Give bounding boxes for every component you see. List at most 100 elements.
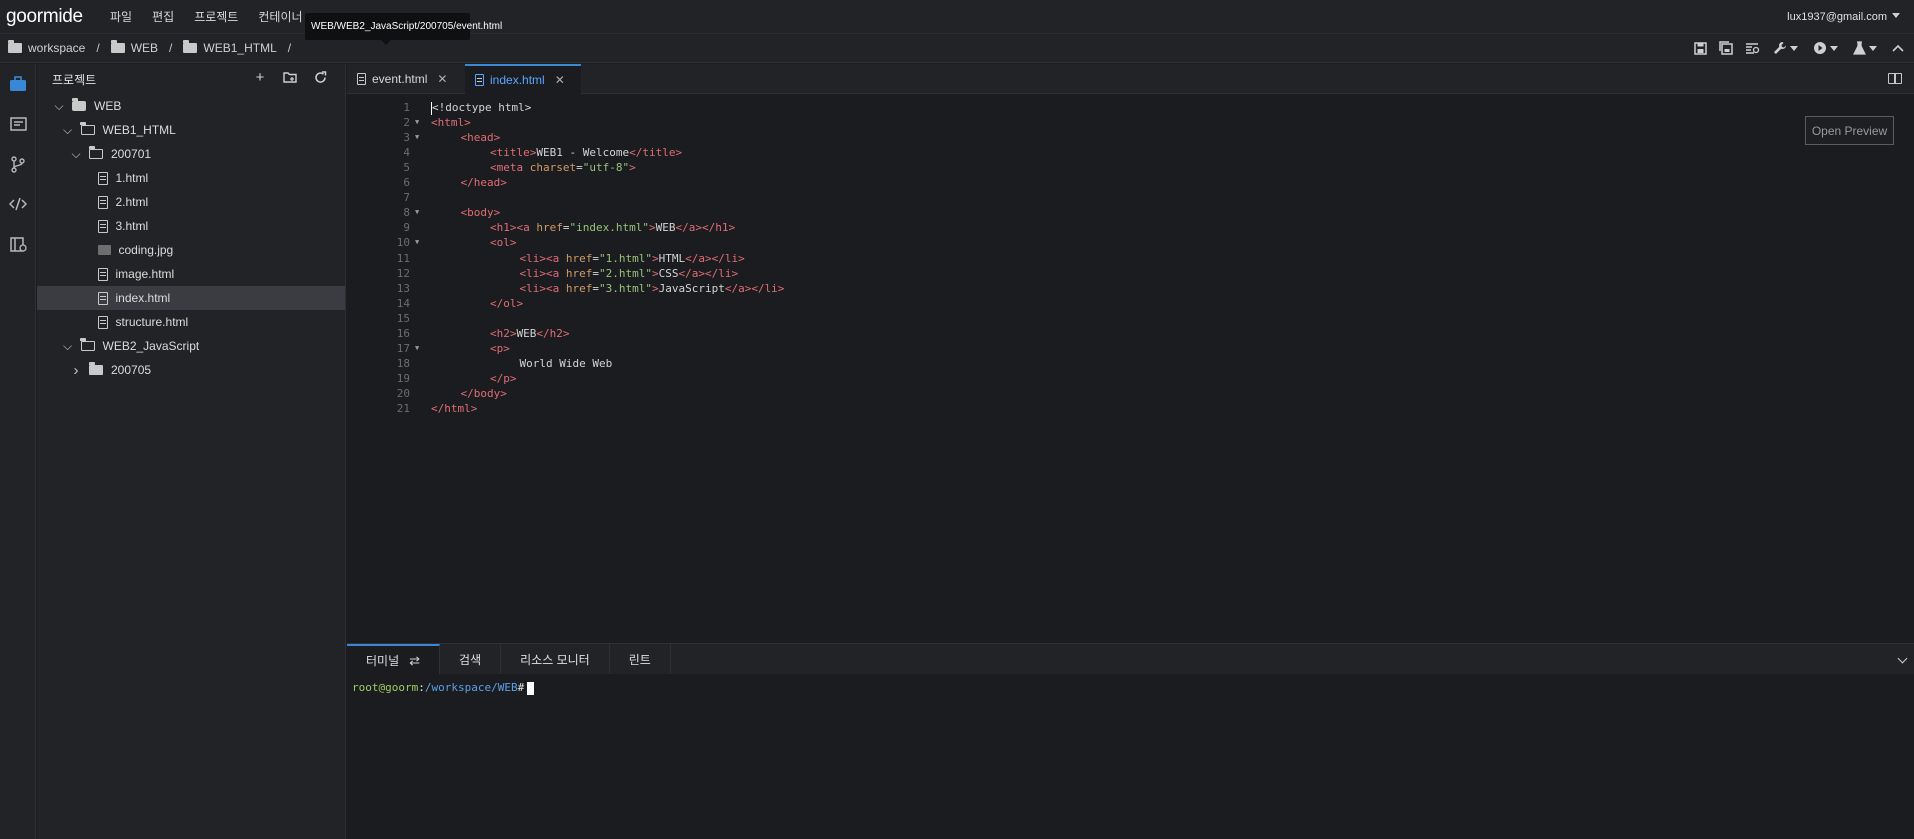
breadcrumb-workspace[interactable]: workspace [8, 40, 86, 55]
fold-arrow-icon[interactable]: ▼ [415, 235, 419, 250]
save-icon[interactable] [1692, 40, 1708, 56]
line-number: 10 [396, 236, 410, 250]
test-flask-icon[interactable] [1850, 40, 1880, 56]
tree-item[interactable]: image.html [37, 262, 345, 286]
activity-bar [0, 64, 36, 839]
code-text: World Wide Web [519, 356, 613, 370]
tab-terminal[interactable]: 터미널 ⇄ [347, 644, 441, 675]
tree-item[interactable]: index.html [37, 286, 345, 310]
tree-item[interactable]: ⌵ WEB1_HTML [37, 118, 345, 142]
line-number: 21 [396, 402, 410, 415]
terminal-prompt: # [517, 681, 525, 694]
swap-icon[interactable]: ⇄ [409, 653, 420, 669]
chevron-down-icon[interactable] [1897, 653, 1908, 664]
tab-event-html[interactable]: event.html ✕ [347, 64, 463, 94]
code-line: 3 ▼ <head> [347, 130, 1747, 145]
chevron-down-icon[interactable]: ⌵ [54, 99, 64, 114]
breadcrumb-label: workspace [28, 41, 86, 55]
user-email[interactable]: lux1937@gmail.com [1787, 11, 1887, 23]
terminal-cursor [527, 681, 535, 695]
fold-arrow-icon[interactable]: ▼ [415, 130, 419, 145]
tab-index-html[interactable]: index.html ✕ [465, 64, 581, 94]
add-icon[interactable]: + [253, 70, 267, 85]
code-line: 4 <title>WEB1 - Welcome</title> [347, 145, 1747, 160]
code-line: 14 </ol> [347, 296, 1747, 311]
code-line: 9 <h1><a href="index.html">WEB</a></h1> [347, 220, 1747, 235]
html-file-icon [97, 291, 108, 305]
tree-item-label: 200705 [111, 363, 152, 377]
breadcrumb-separator: / [96, 41, 100, 55]
open-preview-button[interactable]: Open Preview [1805, 116, 1894, 145]
save-all-icon[interactable] [1718, 40, 1734, 56]
fold-arrow-icon[interactable]: ▼ [415, 205, 419, 220]
tree-item[interactable]: › 200705 [37, 358, 345, 382]
terminal-separator: : [418, 681, 425, 694]
tab-search[interactable]: 검색 [440, 644, 502, 675]
run-icon[interactable] [1810, 40, 1840, 56]
split-view-icon[interactable] [1888, 73, 1902, 84]
git-branch-icon[interactable] [0, 144, 36, 184]
menu-edit[interactable]: 편집 [142, 8, 184, 25]
menu-project[interactable]: 프로젝트 [184, 8, 248, 25]
code-text: <h2>WEB</h2> [490, 326, 570, 340]
line-number: 20 [396, 386, 410, 400]
tree-item-label: 2.html [115, 195, 149, 209]
tree-item[interactable]: 3.html [37, 214, 345, 238]
chevron-down-icon[interactable] [1892, 13, 1900, 18]
breadcrumb-web[interactable]: WEB [110, 40, 159, 55]
goormide-logo[interactable]: goormide [0, 6, 100, 28]
find-replace-icon[interactable] [1744, 40, 1760, 56]
close-icon[interactable]: ✕ [437, 72, 447, 86]
tree-item[interactable]: coding.jpg [37, 238, 345, 262]
fold-arrow-icon[interactable]: ▼ [415, 341, 419, 356]
close-icon[interactable]: ✕ [555, 73, 565, 87]
breadcrumb-label: WEB [130, 41, 159, 55]
code-text: <body> [460, 206, 501, 220]
line-number: 3 [403, 131, 410, 145]
tree-item[interactable]: 2.html [37, 190, 345, 214]
chevron-up-icon[interactable] [1890, 40, 1906, 56]
html-file-icon [475, 74, 484, 86]
tree-item[interactable]: ⌵ WEB2_JavaScript [37, 334, 345, 358]
fold-arrow-icon[interactable]: ▼ [415, 115, 419, 130]
line-number: 1 [403, 101, 410, 114]
code-line: 19 </p> [347, 371, 1747, 386]
code-text: <p> [490, 341, 510, 355]
code-text: </body> [460, 386, 507, 400]
new-folder-icon[interactable] [283, 71, 297, 85]
folder-open-icon [80, 122, 95, 135]
line-number: 5 [403, 161, 410, 175]
outline-icon[interactable] [0, 104, 36, 144]
menu-file[interactable]: 파일 [100, 8, 142, 25]
tab-lint[interactable]: 린트 [610, 644, 671, 675]
code-editor[interactable]: 1 <!doctype html> 2 ▼ <html> 3 ▼ <head> 4 <title>… [347, 95, 1914, 643]
code-icon[interactable] [0, 184, 36, 224]
chevron-down-icon[interactable]: ⌵ [71, 147, 81, 162]
tab-label: index.html [490, 73, 545, 87]
project-explorer-icon[interactable] [0, 64, 36, 104]
code-line: 18 World Wide Web [347, 356, 1747, 371]
editor-tab-bar: event.html ✕ index.html ✕ [347, 64, 1914, 94]
refresh-icon[interactable] [313, 71, 327, 85]
tree-item[interactable]: structure.html [37, 310, 345, 334]
line-number: 11 [396, 251, 410, 265]
tab-label: 검색 [459, 653, 482, 667]
tree-item-label: 200701 [111, 147, 152, 161]
tree-item[interactable]: ⌵ WEB [37, 94, 345, 118]
editor-toolbar [1692, 40, 1906, 56]
chevron-down-icon[interactable]: ⌵ [63, 123, 73, 138]
folder-icon [89, 362, 103, 375]
chevron-down-icon[interactable]: ⌵ [63, 339, 73, 354]
chevron-right-icon[interactable]: › [71, 362, 81, 379]
build-tools-icon[interactable] [1770, 40, 1800, 56]
tree-item[interactable]: 1.html [37, 166, 345, 190]
terminal[interactable]: root@goorm:/workspace/WEB# [347, 674, 1914, 839]
tree-item[interactable]: ⌵ 200701 [37, 142, 345, 166]
line-number: 4 [403, 146, 410, 160]
line-number: 6 [403, 176, 410, 190]
library-icon[interactable] [0, 224, 36, 264]
tab-resource-monitor[interactable]: 리소스 모니터 [501, 644, 610, 675]
menu-container[interactable]: 컨테이너 [248, 8, 312, 25]
breadcrumb-web1-html[interactable]: WEB1_HTML [183, 40, 277, 55]
code-line: 1 <!doctype html> [347, 100, 1747, 115]
